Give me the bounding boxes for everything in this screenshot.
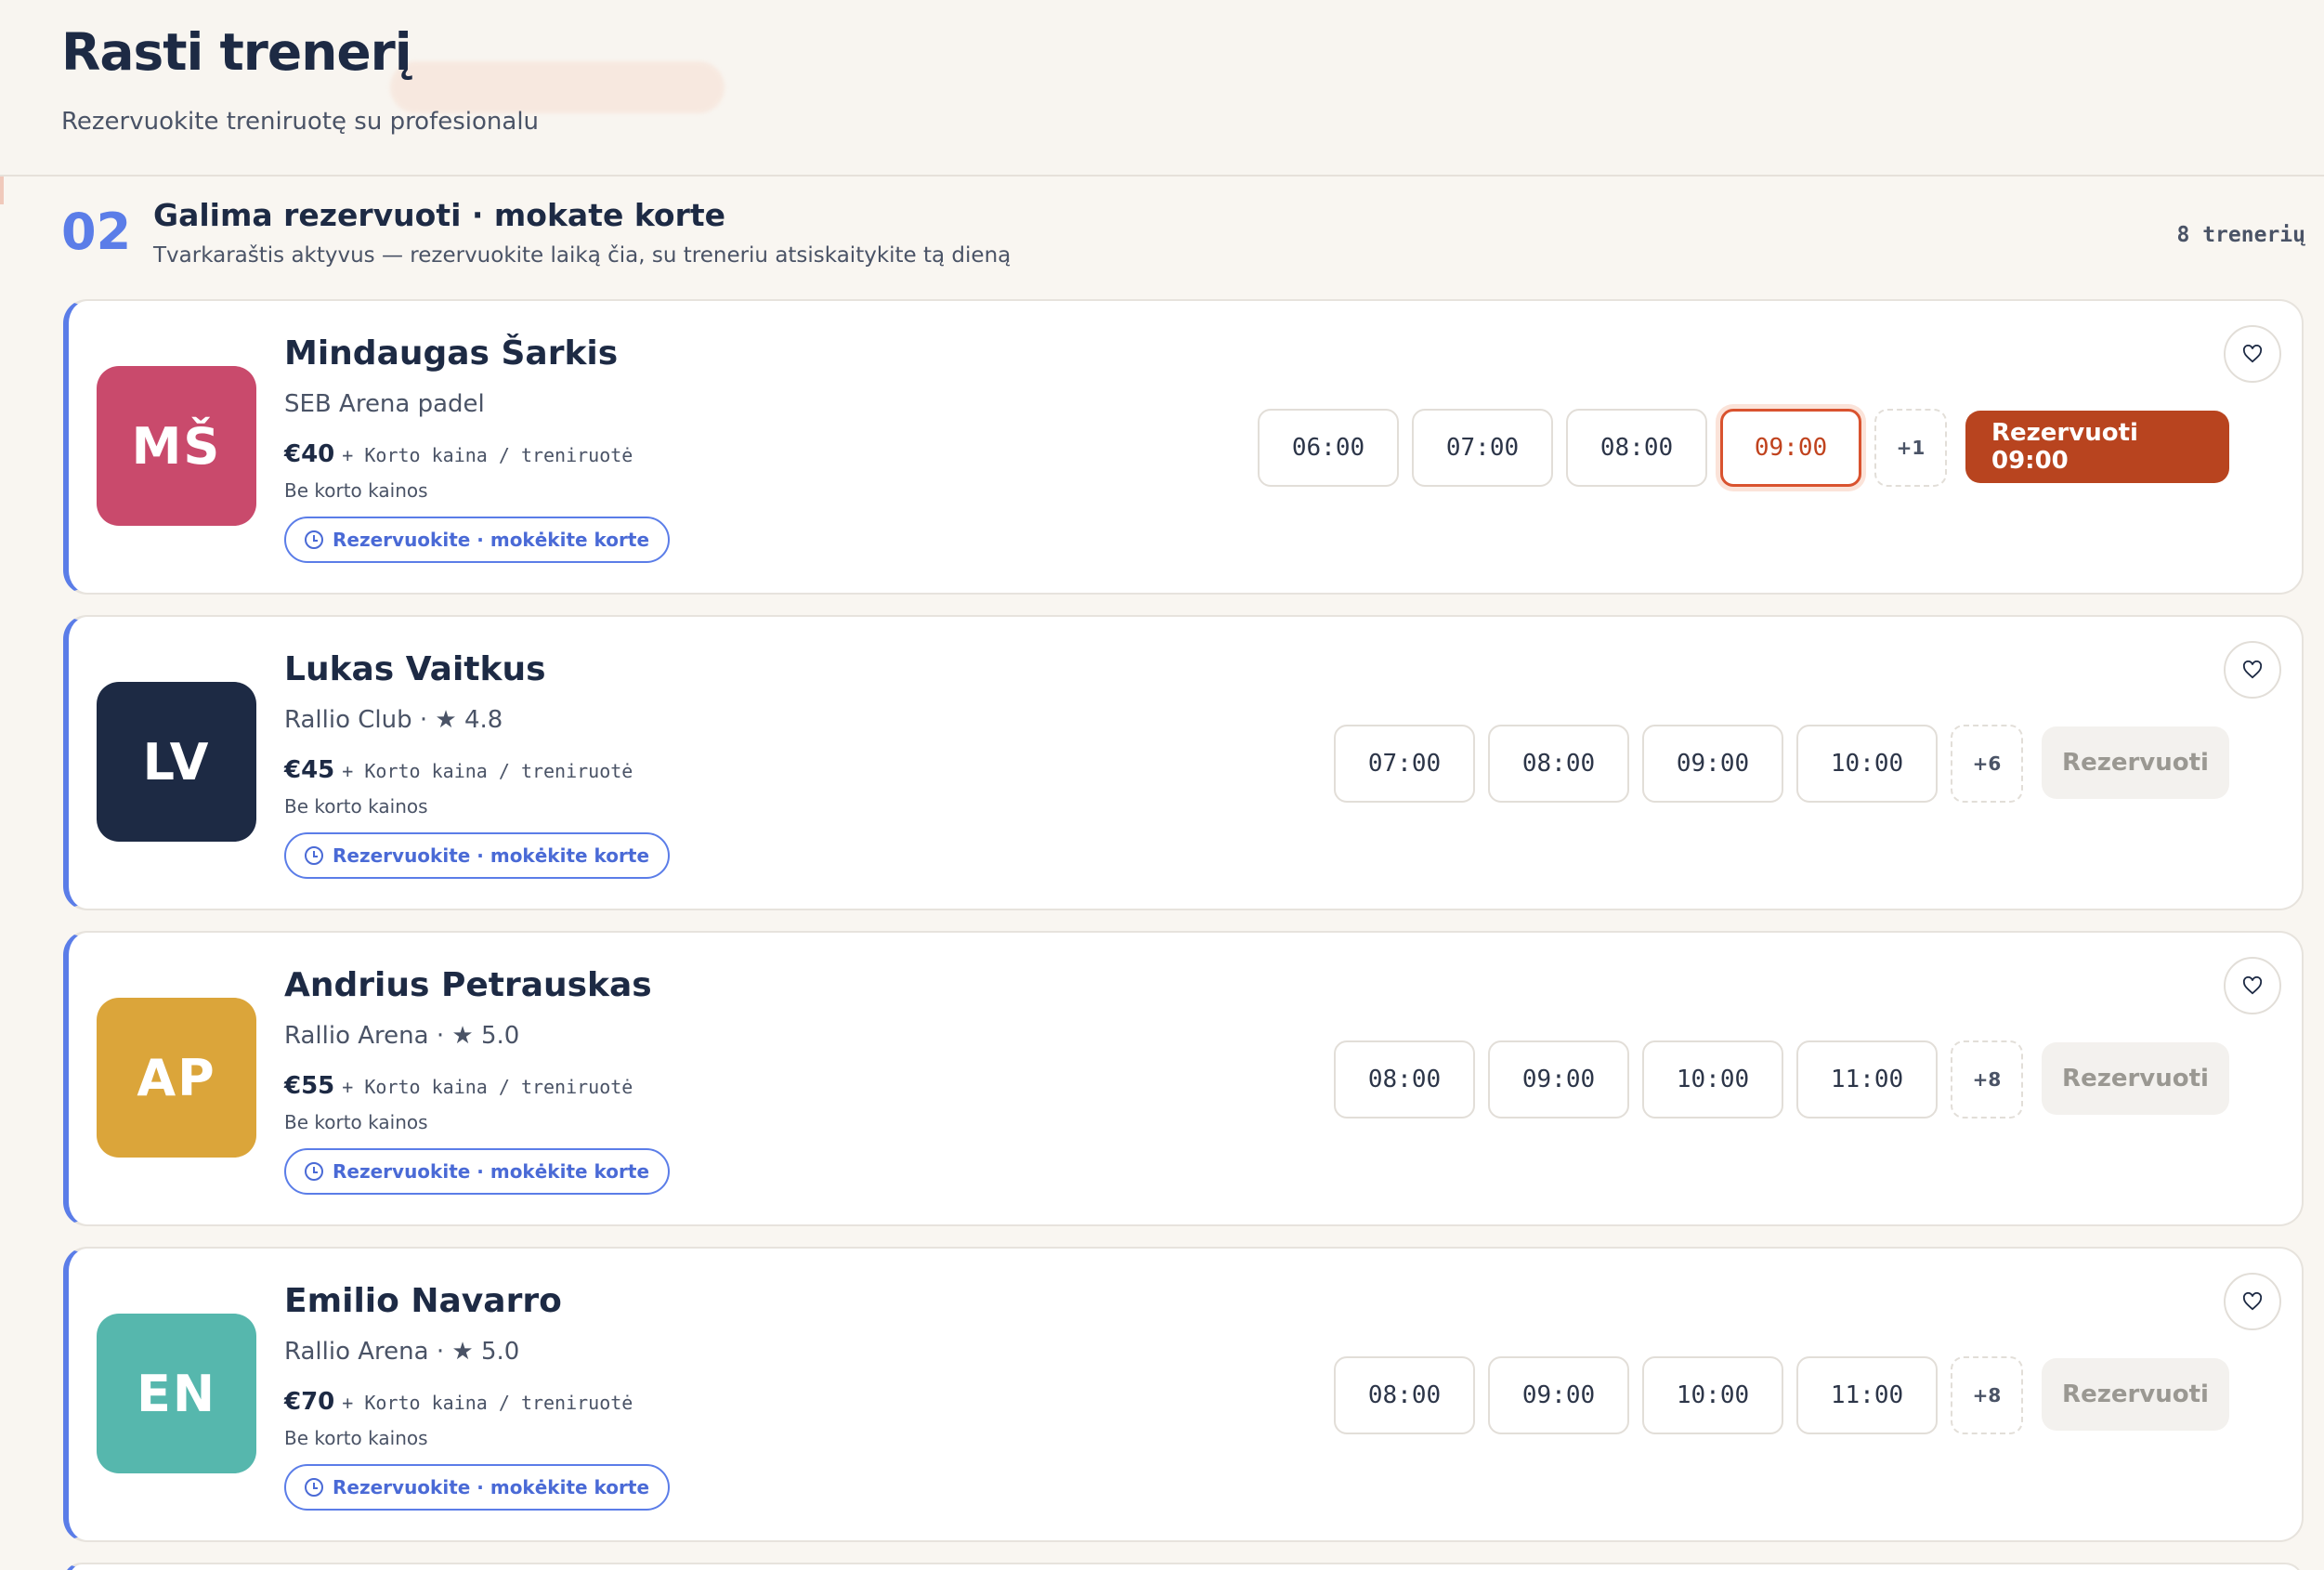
time-slot[interactable]: 07:00 — [1412, 409, 1553, 487]
blurred-search-pill — [390, 61, 725, 113]
time-slot[interactable]: 11:00 — [1796, 1040, 1938, 1119]
price-note: + Korto kaina / treniruotė — [342, 760, 633, 782]
price-line: €70 + Korto kaina / treniruotė — [284, 1388, 633, 1416]
price-note: + Korto kaina / treniruotė — [342, 444, 633, 466]
page-title: Rasti trenerį — [61, 22, 412, 82]
court-note: Be korto kainos — [284, 795, 428, 818]
trainer-card: EN Emilio Navarro Rallio Arena · ★ 5.0 €… — [63, 1247, 2304, 1542]
court-note: Be korto kainos — [284, 479, 428, 502]
trainer-count: 8 trenerių — [2176, 223, 2305, 247]
clock-icon — [305, 846, 323, 865]
more-slots-button[interactable]: +1 — [1874, 409, 1947, 487]
trainer-name[interactable]: Lukas Vaitkus — [284, 650, 546, 688]
court-note: Be korto kainos — [284, 1111, 428, 1133]
time-slots: 08:00 09:00 10:00 11:00 +8 — [1334, 1040, 2023, 1119]
book-button[interactable]: Rezervuoti 09:00 — [1965, 411, 2229, 483]
time-slot-selected[interactable]: 09:00 — [1720, 409, 1861, 487]
next-trainer-card-peek — [63, 1563, 2304, 1570]
time-slot[interactable]: 10:00 — [1796, 725, 1938, 803]
time-slot[interactable]: 09:00 — [1642, 725, 1783, 803]
badge-label: Rezervuokite · mokėkite korte — [333, 1476, 650, 1498]
page-header: Rasti trenerį Rezervuokite treniruotę su… — [0, 0, 2324, 177]
heart-icon — [2242, 661, 2263, 679]
avatar: LV — [97, 682, 256, 842]
time-slots: 07:00 08:00 09:00 10:00 +6 — [1334, 725, 2023, 803]
badge-label: Rezervuokite · mokėkite korte — [333, 1160, 650, 1183]
trainer-venue: Rallio Arena · ★ 5.0 — [284, 1022, 520, 1050]
pay-at-court-badge: Rezervuokite · mokėkite korte — [284, 1464, 671, 1511]
section-description: Tvarkaraštis aktyvus — rezervuokite laik… — [153, 243, 1012, 268]
more-slots-button[interactable]: +8 — [1951, 1356, 2023, 1434]
price: €45 — [284, 756, 335, 784]
time-slot[interactable]: 08:00 — [1334, 1040, 1475, 1119]
pay-at-court-badge: Rezervuokite · mokėkite korte — [284, 832, 671, 879]
price: €55 — [284, 1072, 335, 1100]
time-slot[interactable]: 08:00 — [1488, 725, 1629, 803]
avatar: MŠ — [97, 366, 256, 526]
trainer-card: MŠ Mindaugas Šarkis SEB Arena padel €40 +… — [63, 299, 2304, 595]
price-note: + Korto kaina / treniruotė — [342, 1392, 633, 1414]
more-slots-button[interactable]: +6 — [1951, 725, 2023, 803]
page-subtitle: Rezervuokite treniruotę su profesionalu — [61, 108, 540, 136]
price: €70 — [284, 1388, 335, 1416]
time-slots: 08:00 09:00 10:00 11:00 +8 — [1334, 1356, 2023, 1434]
clock-icon — [305, 1478, 323, 1497]
time-slot[interactable]: 10:00 — [1642, 1040, 1783, 1119]
price: €40 — [284, 440, 335, 468]
left-edge-accent — [0, 177, 4, 204]
trainer-name[interactable]: Andrius Petrauskas — [284, 966, 652, 1004]
court-note: Be korto kainos — [284, 1427, 428, 1449]
heart-icon — [2242, 976, 2263, 995]
trainer-name[interactable]: Mindaugas Šarkis — [284, 334, 618, 373]
clock-icon — [305, 530, 323, 549]
book-button[interactable]: Rezervuoti — [2042, 1042, 2229, 1115]
trainer-card: AP Andrius Petrauskas Rallio Arena · ★ 5… — [63, 931, 2304, 1226]
time-slot[interactable]: 11:00 — [1796, 1356, 1938, 1434]
time-slot[interactable]: 09:00 — [1488, 1040, 1629, 1119]
heart-icon — [2242, 1292, 2263, 1311]
time-slot[interactable]: 10:00 — [1642, 1356, 1783, 1434]
favorite-button[interactable] — [2224, 957, 2281, 1014]
avatar: EN — [97, 1314, 256, 1473]
favorite-button[interactable] — [2224, 641, 2281, 699]
badge-label: Rezervuokite · mokėkite korte — [333, 844, 650, 867]
time-slot[interactable]: 08:00 — [1334, 1356, 1475, 1434]
price-line: €45 + Korto kaina / treniruotė — [284, 756, 633, 784]
favorite-button[interactable] — [2224, 325, 2281, 383]
favorite-button[interactable] — [2224, 1273, 2281, 1330]
time-slot[interactable]: 09:00 — [1488, 1356, 1629, 1434]
trainer-venue: SEB Arena padel — [284, 390, 485, 418]
time-slot[interactable]: 07:00 — [1334, 725, 1475, 803]
more-slots-button[interactable]: +8 — [1951, 1040, 2023, 1119]
trainer-name[interactable]: Emilio Navarro — [284, 1282, 562, 1320]
time-slots: 06:00 07:00 08:00 09:00 +1 — [1258, 409, 1947, 487]
book-button[interactable]: Rezervuoti — [2042, 726, 2229, 799]
section-title: Galima rezervuoti · mokate korte — [153, 197, 725, 233]
pay-at-court-badge: Rezervuokite · mokėkite korte — [284, 1148, 671, 1195]
avatar: AP — [97, 998, 256, 1158]
time-slot[interactable]: 06:00 — [1258, 409, 1399, 487]
pay-at-court-badge: Rezervuokite · mokėkite korte — [284, 517, 671, 563]
price-line: €55 + Korto kaina / treniruotė — [284, 1072, 633, 1100]
heart-icon — [2242, 345, 2263, 363]
price-note: + Korto kaina / treniruotė — [342, 1076, 633, 1098]
badge-label: Rezervuokite · mokėkite korte — [333, 529, 650, 551]
section-number: 02 — [61, 203, 132, 261]
time-slot[interactable]: 08:00 — [1566, 409, 1707, 487]
trainer-card: LV Lukas Vaitkus Rallio Club · ★ 4.8 €45… — [63, 615, 2304, 910]
book-button[interactable]: Rezervuoti — [2042, 1358, 2229, 1431]
trainer-venue: Rallio Club · ★ 4.8 — [284, 706, 503, 734]
price-line: €40 + Korto kaina / treniruotė — [284, 440, 633, 468]
clock-icon — [305, 1162, 323, 1181]
trainer-venue: Rallio Arena · ★ 5.0 — [284, 1338, 520, 1366]
